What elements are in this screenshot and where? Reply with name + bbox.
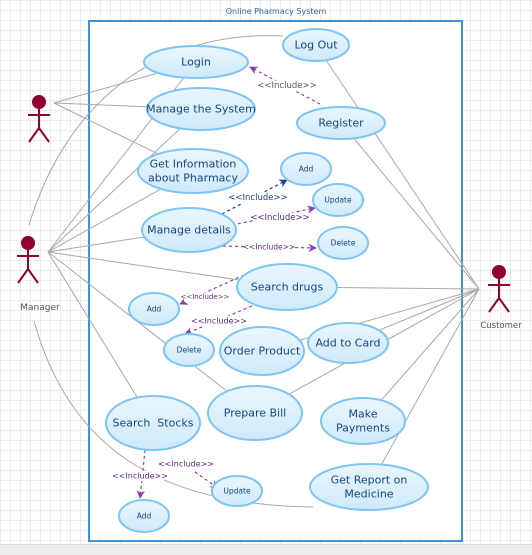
use-case-search-stocks[interactable]: Search Stocks (105, 395, 201, 451)
include-label: <<Include>> (243, 243, 295, 252)
use-case-label: Prepare Bill (224, 407, 286, 420)
use-case-label: Update (324, 196, 352, 205)
use-case-label: Manage the System (146, 103, 256, 116)
include-label: <<Include>> (191, 317, 247, 326)
use-case-sd-add[interactable]: Add (128, 292, 180, 326)
actor-label: Customer (480, 321, 522, 331)
use-case-label: Register (318, 117, 364, 130)
use-case-diagram: Online Pharmacy System <<Include>> <<Incl… (17, 7, 522, 542)
use-case-label: Add (137, 512, 152, 521)
use-case-label: Delete (177, 346, 202, 355)
use-case-label: Update (223, 487, 251, 496)
use-case-manage-system[interactable]: Manage the System (146, 87, 256, 131)
use-case-label: Search Stocks (113, 417, 194, 430)
use-case-label: Manage details (147, 224, 231, 237)
use-case-label: about Pharmacy (148, 172, 238, 185)
stick-figure-icon (17, 236, 39, 284)
use-case-label: Login (181, 56, 211, 69)
use-case-get-report[interactable]: Get Report on Medicine (309, 463, 429, 511)
include-label: <<Include>> (181, 293, 230, 301)
use-case-label: Search drugs (251, 281, 324, 294)
use-case-search-drugs[interactable]: Search drugs (236, 263, 338, 311)
use-case-ss-update[interactable]: Update (211, 475, 263, 507)
use-case-order-product[interactable]: Order Product (219, 326, 305, 376)
actor-admin[interactable] (28, 95, 50, 143)
include-label: <<Include>> (257, 81, 316, 91)
use-case-label: Medicine (344, 488, 393, 501)
use-case-label: Delete (331, 239, 356, 248)
use-case-login[interactable]: Login (143, 45, 249, 79)
use-case-label: Add (147, 305, 162, 314)
use-case-sd-delete[interactable]: Delete (163, 333, 215, 367)
use-case-md-update[interactable]: Update (312, 183, 364, 217)
use-case-get-info[interactable]: Get Information about Pharmacy (137, 148, 249, 194)
actor-label: Manager (20, 303, 60, 313)
use-case-make-payments[interactable]: Make Payments (320, 397, 406, 445)
use-case-label: Log Out (294, 39, 338, 52)
use-case-label: Get Information (150, 157, 237, 170)
use-case-prepare-bill[interactable]: Prepare Bill (207, 385, 303, 441)
use-case-md-delete[interactable]: Delete (317, 226, 369, 260)
stick-figure-icon (488, 265, 510, 313)
include-label: <<Include>> (112, 472, 168, 481)
use-case-label: Payments (336, 422, 390, 435)
use-case-manage-details[interactable]: Manage details (141, 207, 237, 253)
use-case-label: Order Product (224, 345, 301, 358)
use-case-label: Add (299, 165, 314, 174)
actor-manager[interactable]: Manager (17, 236, 60, 313)
use-case-add-to-card[interactable]: Add to Card (307, 322, 389, 364)
use-case-register[interactable]: Register (296, 106, 386, 140)
use-case-ss-add[interactable]: Add (118, 499, 170, 533)
include-label: <<Include>> (228, 193, 287, 203)
use-case-label: Make (349, 407, 378, 420)
use-case-label: Get Report on (331, 473, 408, 486)
include-label: <<Include>> (158, 460, 214, 469)
system-title: Online Pharmacy System (226, 7, 327, 16)
use-case-md-add[interactable]: Add (280, 152, 332, 186)
stick-figure-icon (28, 95, 50, 143)
use-case-logout[interactable]: Log Out (282, 28, 350, 62)
include-label: <<Include>> (250, 213, 309, 223)
actor-customer[interactable]: Customer (480, 265, 522, 331)
use-case-label: Add to Card (315, 337, 380, 350)
